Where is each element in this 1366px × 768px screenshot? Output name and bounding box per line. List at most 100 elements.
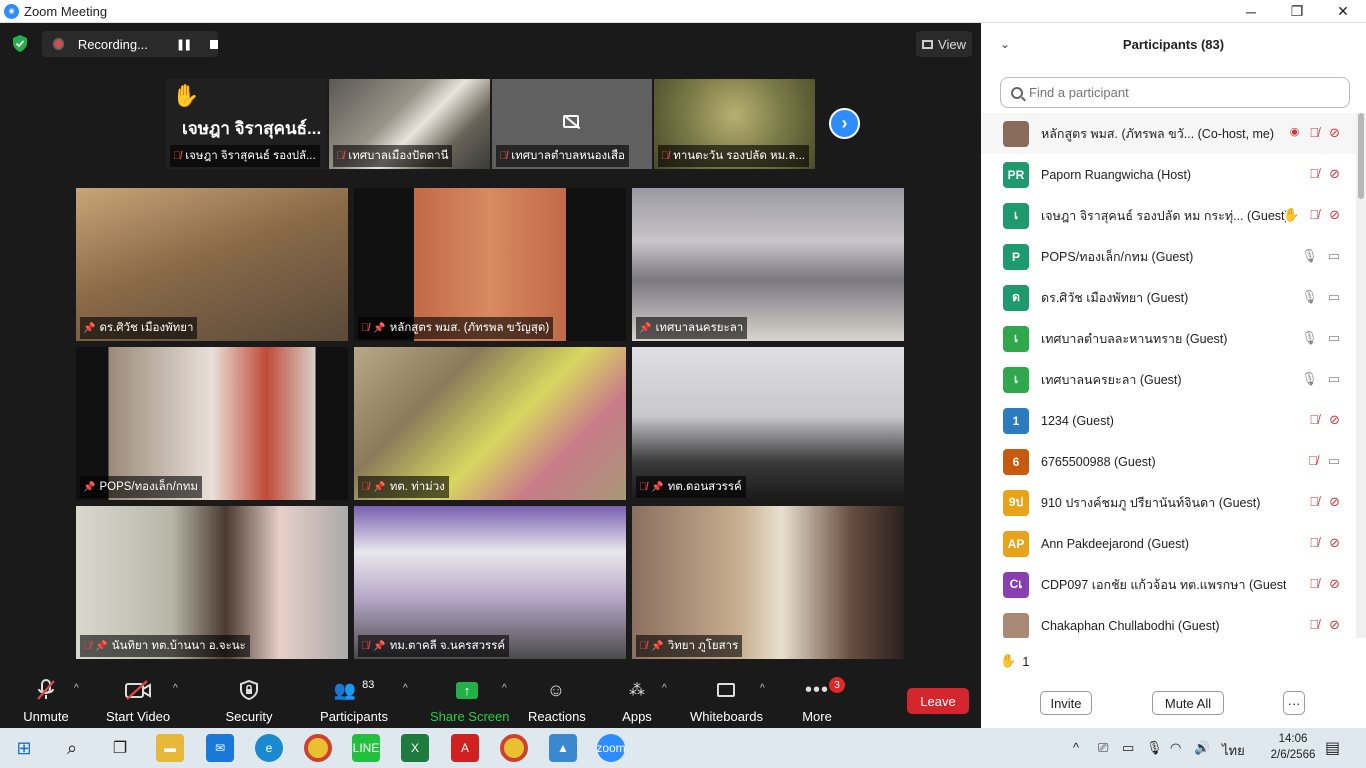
participant-row[interactable]: Chakaphan Chullabodhi (Guest) 🎙̸ ⊘ — [981, 605, 1356, 638]
participant-row[interactable]: Cเ CDP097 เอกชัย แก้วจ้อน ทต.แพรกษา (Gues… — [981, 564, 1356, 605]
next-page-button[interactable]: › — [829, 108, 860, 139]
video-tile[interactable]: 📌 เทศบาลนครยะลา — [632, 188, 904, 341]
strip-tile[interactable]: 🎙̸ ทานตะวัน รองปลัด หม.ล... — [654, 79, 815, 169]
zoom-app-icon[interactable]: zoom — [596, 734, 626, 762]
chrome-browser-icon[interactable] — [500, 734, 528, 762]
participant-row[interactable]: PR Paporn Ruangwicha (Host) 🎙̸ ⊘ — [981, 154, 1356, 195]
participant-row[interactable]: ด ดร.ศิวัช เมืองพัทยา (Guest) 🎙 ▭ — [981, 277, 1356, 318]
leave-button[interactable]: Leave — [907, 688, 969, 714]
video-tile[interactable]: 📌 POPS/ทองเล็ก/กทม — [76, 347, 348, 500]
mic-muted-icon: 🎙̸ — [1309, 617, 1320, 632]
edge-browser-icon[interactable]: e — [255, 734, 283, 762]
camera-off-icon: ⊘ — [1329, 617, 1340, 632]
pdf-reader-icon[interactable]: A — [451, 734, 479, 762]
share-screen-button[interactable]: ↑ Share Screen — [430, 675, 510, 728]
strip-tile[interactable]: 🎙̸ เทศบาลตำบลหนองเสือ — [492, 79, 652, 169]
panel-title: Participants (83) — [1122, 37, 1225, 52]
share-options-caret[interactable]: ^ — [502, 683, 507, 694]
battery-icon[interactable]: ▭ — [1122, 740, 1134, 756]
participant-row[interactable]: AP Ann Pakdeejarond (Guest) 🎙̸ ⊘ — [981, 523, 1356, 564]
apps-options-caret[interactable]: ^ — [662, 683, 667, 694]
video-tile[interactable]: 🎙̸ 📌 นันทิยา ทต.บ้านนา อ.จะนะ — [76, 506, 348, 659]
windows-start-icon[interactable]: ⊞ — [10, 734, 38, 762]
network-icon[interactable]: ⎚ — [1098, 740, 1108, 756]
participant-name: 910 ปรางค์ชมภู ปรียานันท์จินดา (Guest) — [1041, 495, 1261, 510]
participant-list-scrollbar[interactable] — [1356, 113, 1366, 638]
tile-label: 🎙̸ 📌 ทต.ดอนสวรรค์ — [636, 476, 746, 498]
whiteboards-button[interactable]: Whiteboards — [690, 675, 763, 728]
unmute-button[interactable]: Unmute — [18, 675, 74, 728]
task-view-icon[interactable]: ❐ — [106, 734, 134, 762]
tray-expand-icon[interactable]: ^ — [1073, 740, 1079, 755]
participant-row[interactable]: 9ป 910 ปรางค์ชมภู ปรียานันท์จินดา (Guest)… — [981, 482, 1356, 523]
camera-icon: ▭ — [1327, 289, 1340, 304]
pause-recording-button[interactable]: ❚❚ — [176, 38, 193, 51]
whiteboards-options-caret[interactable]: ^ — [760, 683, 765, 694]
participants-button[interactable]: 👥 83 Participants — [320, 675, 388, 728]
strip-tile[interactable]: ✋ เจษฎา จิราสุคนธ์... 🎙̸ เจษฎา จิราสุคนธ… — [166, 79, 327, 169]
participant-avatar — [1003, 120, 1029, 147]
video-options-caret[interactable]: ^ — [173, 683, 178, 694]
mic-icon: 🎙 — [1301, 330, 1318, 345]
windows-taskbar: ⊞ ⌕ ❐ ▬ ✉ e LINE X A ▲ zoom ^ ⎚ ▭ 🎙 ◠ 🔊 … — [0, 728, 1366, 768]
video-tile[interactable]: 🎙̸ 📌 ทต. ท่าม่วง — [354, 347, 626, 500]
stop-recording-button[interactable] — [210, 39, 218, 49]
video-tile[interactable]: 🎙̸ 📌 ทต.ดอนสวรรค์ — [632, 347, 904, 500]
strip-tile[interactable]: 🎙̸ เทศบาลเมืองปัตตานี — [329, 79, 490, 169]
shield-check-icon[interactable] — [12, 35, 28, 52]
participant-search-input[interactable] — [1029, 85, 1329, 100]
invite-button[interactable]: Invite — [1040, 691, 1092, 715]
line-app-icon[interactable]: LINE — [352, 734, 380, 762]
participant-search-box[interactable] — [1000, 77, 1350, 108]
video-tile[interactable]: 📌 ดร.ศิวัช เมืองพัทยา — [76, 188, 348, 341]
panel-more-button[interactable]: ··· — [1283, 691, 1305, 715]
participant-row[interactable]: 1 1234 (Guest) 🎙̸ ⊘ — [981, 400, 1356, 441]
participant-avatar: Cเ — [1003, 571, 1029, 598]
participant-row[interactable]: เ เทศบาลนครยะลา (Guest) 🎙 ▭ — [981, 359, 1356, 400]
chrome-browser-icon[interactable] — [304, 734, 332, 762]
microphone-icon[interactable]: 🎙 — [1146, 740, 1163, 756]
search-icon[interactable]: ⌕ — [58, 734, 86, 762]
participant-name: เทศบาลนครยะลา (Guest) — [1041, 372, 1182, 387]
participants-icon: 👥 — [333, 679, 357, 700]
scrollbar-thumb[interactable] — [1358, 113, 1364, 199]
participant-row[interactable]: เ เจษฎา จิราสุคนธ์ รองปลัด หม กระทุ่... (… — [981, 195, 1356, 236]
excel-icon[interactable]: X — [401, 734, 429, 762]
wifi-icon[interactable]: ◠ — [1170, 740, 1181, 756]
photos-icon[interactable]: ▲ — [549, 734, 577, 762]
mail-icon[interactable]: ✉ — [206, 734, 234, 762]
participant-row[interactable]: P POPS/ทองเล็ก/กทม (Guest) 🎙 ▭ — [981, 236, 1356, 277]
video-tile[interactable]: 🎙̸ 📌 วิทยา ภูโยสาร — [632, 506, 904, 659]
system-clock[interactable]: 14:06 2/6/2566 — [1263, 731, 1323, 763]
notifications-icon[interactable]: ▤ — [1325, 738, 1340, 758]
start-video-button[interactable]: Start Video — [106, 675, 170, 728]
minimize-button[interactable]: ─ — [1228, 0, 1274, 23]
video-tile[interactable]: 🎙̸ 📌 หลักสูตร พมส. (ภัทรพล ขวัญสุด) — [354, 188, 626, 341]
mute-all-button[interactable]: Mute All — [1152, 691, 1224, 715]
participant-row[interactable]: หลักสูตร พมส. (ภัทรพล ขวั... (Co-host, m… — [981, 113, 1356, 154]
pin-icon: 📌 — [95, 640, 108, 652]
participant-name: Ann Pakdeejarond (Guest) — [1041, 536, 1190, 551]
clock-time: 14:06 — [1278, 733, 1308, 745]
participants-options-caret[interactable]: ^ — [403, 683, 408, 694]
unmute-options-caret[interactable]: ^ — [74, 683, 79, 694]
participant-row[interactable]: เ เทศบาลตำบลละหานทราย (Guest) 🎙 ▭ — [981, 318, 1356, 359]
participant-row[interactable]: 6 6765500988 (Guest) 🎙̸ ▭ — [981, 441, 1356, 482]
participant-avatar: เ — [1003, 325, 1029, 352]
file-explorer-icon[interactable]: ▬ — [156, 734, 184, 762]
view-button[interactable]: View — [916, 31, 972, 57]
restore-button[interactable]: ❐ — [1274, 0, 1320, 23]
language-indicator[interactable]: ไทย — [1222, 740, 1245, 761]
volume-icon[interactable]: 🔊 — [1194, 740, 1210, 756]
reactions-button[interactable]: ☺ Reactions — [528, 675, 586, 728]
mic-muted-icon: 🎙̸ — [83, 640, 92, 652]
tile-label: 📌 ดร.ศิวัช เมืองพัทยา — [80, 317, 198, 339]
smiley-plus-icon: ☺ — [546, 679, 566, 700]
security-button[interactable]: Security — [224, 675, 274, 728]
search-icon — [1011, 86, 1023, 99]
video-tile[interactable]: 🎙̸ 📌 ทม.ตาคลี จ.นครสวรรค์ — [354, 506, 626, 659]
close-button[interactable]: ✕ — [1320, 0, 1366, 23]
participant-avatar: PR — [1003, 161, 1029, 188]
window-title: Zoom Meeting — [24, 3, 108, 19]
apps-button[interactable]: ⁂ Apps — [620, 675, 654, 728]
